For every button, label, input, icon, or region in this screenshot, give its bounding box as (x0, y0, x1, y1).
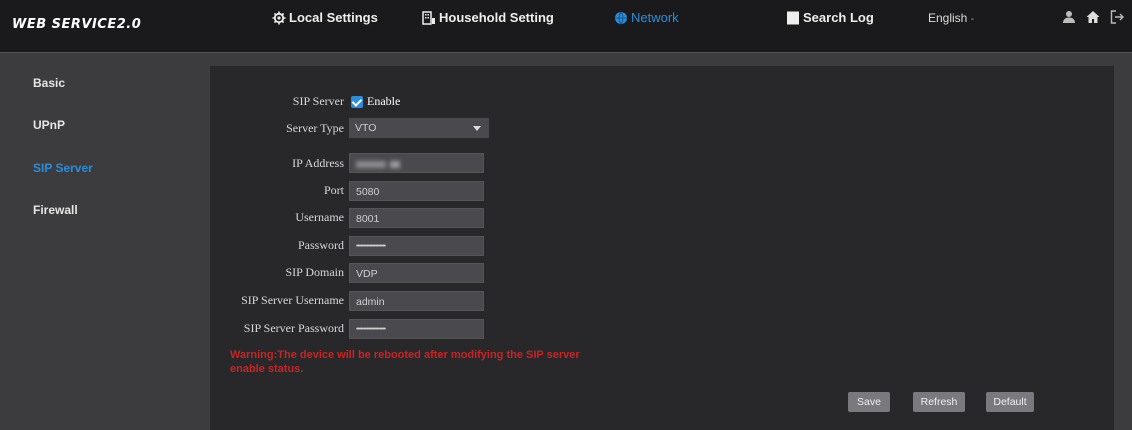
building-icon (422, 10, 435, 25)
reboot-warning: Warning:The device will be rebooted afte… (230, 349, 580, 375)
home-icon[interactable] (1086, 10, 1100, 24)
refresh-button[interactable]: Refresh (913, 392, 965, 412)
enable-label: Enable (367, 94, 401, 108)
server-type-label: Server Type (286, 121, 344, 135)
sip-server-panel: SIP Server Enable Server Type VTO IP Add… (210, 66, 1114, 430)
sip-server-username-input[interactable]: admin (349, 291, 484, 311)
sidebar-item-sip-server[interactable]: SIP Server (33, 161, 93, 175)
nav-network[interactable]: Network (614, 10, 679, 25)
nav-network-label: Network (631, 10, 679, 25)
nav-household-setting[interactable]: Household Setting (422, 10, 554, 25)
port-label: Port (323, 183, 344, 197)
app-logo: WEB SERVICE2.0 (12, 17, 142, 32)
server-type-select[interactable]: VTO (349, 118, 489, 138)
user-icon[interactable] (1062, 10, 1076, 24)
default-button[interactable]: Default (986, 392, 1034, 412)
save-button[interactable]: Save (848, 392, 890, 412)
ip-address-redacted (356, 160, 386, 168)
nav-household-setting-label: Household Setting (439, 10, 554, 25)
chevron-down-icon: ‑ (970, 14, 975, 25)
sip-domain-label: SIP Domain (285, 265, 344, 279)
language-label: English (928, 11, 968, 25)
sip-server-password-label: SIP Server Password (243, 321, 344, 335)
nav-local-settings[interactable]: Local Settings (272, 10, 378, 25)
sidebar-item-basic[interactable]: Basic (33, 76, 65, 90)
document-icon (787, 11, 799, 24)
chevron-down-icon (473, 126, 481, 131)
top-navigation-bar: WEB SERVICE2.0 Local Settings Household … (0, 0, 1132, 52)
password-input[interactable]: •••••••••••••••••••• (349, 236, 484, 256)
logout-icon[interactable] (1110, 10, 1124, 24)
username-label: Username (295, 210, 344, 224)
username-input[interactable]: 8001 (349, 208, 484, 228)
globe-icon (615, 11, 627, 24)
password-label: Password (297, 238, 344, 252)
header-tools (1062, 10, 1124, 24)
sip-server-label: SIP Server (292, 94, 344, 108)
server-type-value: VTO (355, 122, 377, 134)
port-input[interactable]: 5080 (349, 181, 484, 201)
nav-local-settings-label: Local Settings (289, 10, 378, 25)
sip-server-password-input[interactable]: •••••••••••••••••••• (349, 319, 484, 339)
sip-server-username-label: SIP Server Username (241, 293, 344, 307)
nav-search-log-label: Search Log (803, 10, 874, 25)
ip-address-redacted-suffix (390, 160, 400, 168)
ip-address-label: IP Address (292, 156, 344, 170)
sip-domain-input[interactable]: VDP (349, 263, 484, 283)
enable-checkbox[interactable] (351, 96, 363, 108)
language-select[interactable]: English ‑ (928, 11, 974, 25)
sidebar-item-upnp[interactable]: UPnP (33, 118, 65, 132)
gear-icon (272, 11, 286, 24)
sidebar-item-firewall[interactable]: Firewall (33, 203, 78, 217)
ip-address-input[interactable] (349, 153, 484, 173)
nav-search-log[interactable]: Search Log (786, 10, 874, 25)
